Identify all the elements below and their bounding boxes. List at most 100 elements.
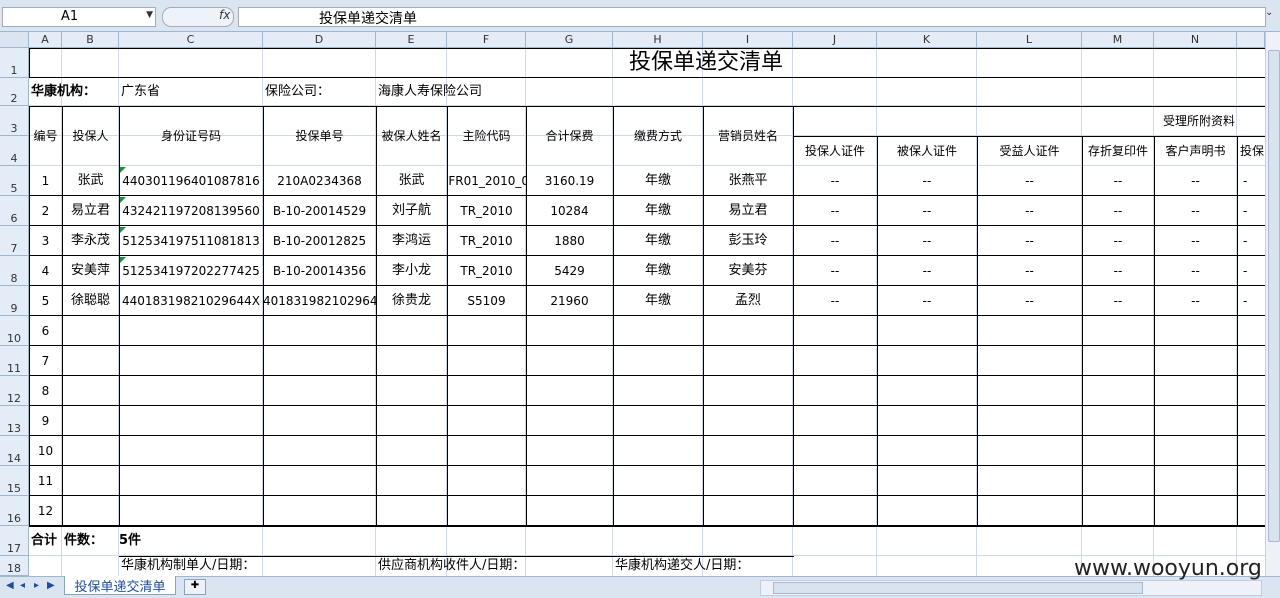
cell-total-premium[interactable]: 5429: [526, 256, 613, 286]
sign-sender[interactable]: 华康机构递交人/日期：: [615, 556, 855, 576]
cell-product-code[interactable]: TR_2010: [447, 256, 526, 286]
cell-no[interactable]: 11: [29, 466, 62, 496]
cell-agent-name[interactable]: 安美芬: [703, 256, 793, 286]
header-total-premium[interactable]: 合计保费: [526, 106, 613, 166]
cell-applicant[interactable]: 徐聪聪: [62, 286, 119, 316]
cell-material[interactable]: --: [877, 256, 977, 286]
cell-no[interactable]: 2: [29, 196, 62, 226]
cell-product-code[interactable]: TR_2010: [447, 226, 526, 256]
row-header[interactable]: 14: [0, 436, 29, 466]
cell-no[interactable]: 3: [29, 226, 62, 256]
sign-maker[interactable]: 华康机构制单人/日期：: [121, 556, 361, 576]
cell-material[interactable]: --: [977, 286, 1082, 316]
header-material[interactable]: 投保: [1237, 136, 1265, 166]
sheet-tab-active[interactable]: 投保单递交清单: [64, 576, 176, 595]
cell-material[interactable]: -: [1237, 166, 1265, 196]
insert-sheet-icon[interactable]: ✚: [184, 579, 206, 595]
cell-no[interactable]: 1: [29, 166, 62, 196]
cell-applicant[interactable]: 张武: [62, 166, 119, 196]
row-header[interactable]: 5: [0, 166, 29, 196]
row-header[interactable]: 15: [0, 466, 29, 496]
row-header[interactable]: 8: [0, 256, 29, 286]
cell-total-premium[interactable]: 10284: [526, 196, 613, 226]
column-header[interactable]: H: [613, 32, 703, 48]
header-materials-group[interactable]: 受理所附资料: [793, 106, 1265, 136]
row-header[interactable]: 9: [0, 286, 29, 316]
cell-agent-name[interactable]: 易立君: [703, 196, 793, 226]
company-label[interactable]: 保险公司：: [265, 79, 375, 105]
vertical-scroll-thumb[interactable]: [1268, 50, 1280, 542]
cell-material[interactable]: --: [793, 196, 877, 226]
header-material[interactable]: 客户声明书: [1154, 136, 1237, 166]
org-label[interactable]: 华康机构：: [31, 79, 121, 105]
cell-material[interactable]: --: [877, 286, 977, 316]
cell-no[interactable]: 10: [29, 436, 62, 466]
cell-applicant[interactable]: 安美萍: [62, 256, 119, 286]
cell-material[interactable]: --: [1082, 196, 1154, 226]
cell-total-premium[interactable]: 3160.19: [526, 166, 613, 196]
cell-id-number[interactable]: 432421197208139560: [119, 196, 263, 226]
row-header[interactable]: 4: [0, 136, 29, 166]
cell-material[interactable]: --: [877, 226, 977, 256]
row-header[interactable]: 17: [0, 526, 29, 556]
cell-material[interactable]: --: [977, 196, 1082, 226]
column-header[interactable]: G: [526, 32, 613, 48]
cell-material[interactable]: --: [1154, 226, 1237, 256]
cell-product-code[interactable]: S5109: [447, 286, 526, 316]
first-sheet-icon[interactable]: ◀: [6, 580, 14, 591]
cell-material[interactable]: --: [1154, 256, 1237, 286]
cell-applicant[interactable]: 易立君: [62, 196, 119, 226]
row-header[interactable]: 7: [0, 226, 29, 256]
header-product-code[interactable]: 主险代码: [447, 106, 526, 166]
column-header[interactable]: K: [877, 32, 977, 48]
column-header[interactable]: F: [447, 32, 526, 48]
cell-payment-method[interactable]: 年缴: [613, 196, 703, 226]
cell-payment-method[interactable]: 年缴: [613, 286, 703, 316]
header-no[interactable]: 编号: [29, 106, 62, 166]
row-header[interactable]: 2: [0, 78, 29, 106]
column-header[interactable]: E: [376, 32, 447, 48]
column-header[interactable]: D: [263, 32, 376, 48]
cell-material[interactable]: --: [977, 166, 1082, 196]
column-header[interactable]: J: [793, 32, 877, 48]
cell-id-number[interactable]: 440301196401087816: [119, 166, 263, 196]
cell-material[interactable]: --: [793, 226, 877, 256]
select-all-corner[interactable]: [0, 32, 29, 48]
cell-agent-name[interactable]: 张燕平: [703, 166, 793, 196]
cell-payment-method[interactable]: 年缴: [613, 166, 703, 196]
name-box[interactable]: A1 ▼: [2, 7, 156, 27]
cell-agent-name[interactable]: 彭玉玲: [703, 226, 793, 256]
expand-formula-bar-icon[interactable]: ⌄: [1265, 7, 1277, 25]
row-header[interactable]: 18: [0, 556, 29, 576]
row-header[interactable]: 16: [0, 496, 29, 526]
cell-total-premium[interactable]: 1880: [526, 226, 613, 256]
cell-no[interactable]: 12: [29, 496, 62, 526]
cell-material[interactable]: --: [1154, 166, 1237, 196]
cell-id-number[interactable]: 512534197202277425: [119, 256, 263, 286]
worksheet-grid[interactable]: 投保单递交清单 华康机构： 广东省 保险公司： 海康人寿保险公司 编号 投保人 …: [29, 48, 1265, 576]
cell-id-number[interactable]: 512534197511081813: [119, 226, 263, 256]
cell-insured-name[interactable]: 徐贵龙: [376, 286, 447, 316]
header-insured-name[interactable]: 被保人姓名: [376, 106, 447, 166]
horizontal-scroll-thumb[interactable]: [773, 582, 1143, 594]
vertical-scrollbar[interactable]: [1265, 32, 1280, 576]
cell-insured-name[interactable]: 刘子航: [376, 196, 447, 226]
column-header[interactable]: N: [1154, 32, 1237, 48]
header-policy-no[interactable]: 投保单号: [263, 106, 376, 166]
header-payment-method[interactable]: 缴费方式: [613, 106, 703, 166]
cell-policy-no[interactable]: 210A0234368: [263, 166, 376, 196]
header-material[interactable]: 投保人证件: [793, 136, 877, 166]
cell-material[interactable]: --: [977, 256, 1082, 286]
cell-agent-name[interactable]: 孟烈: [703, 286, 793, 316]
cell-insured-name[interactable]: 李鸿运: [376, 226, 447, 256]
cell-material[interactable]: --: [877, 196, 977, 226]
cell-no[interactable]: 6: [29, 316, 62, 346]
header-material[interactable]: 存折复印件: [1082, 136, 1154, 166]
cell-payment-method[interactable]: 年缴: [613, 226, 703, 256]
cell-no[interactable]: 5: [29, 286, 62, 316]
cell-product-code[interactable]: YFR01_2010_0: [447, 166, 526, 196]
cell-total-premium[interactable]: 21960: [526, 286, 613, 316]
cell-material[interactable]: --: [1154, 196, 1237, 226]
cell-policy-no[interactable]: B-10-20014529: [263, 196, 376, 226]
row-header[interactable]: 11: [0, 346, 29, 376]
